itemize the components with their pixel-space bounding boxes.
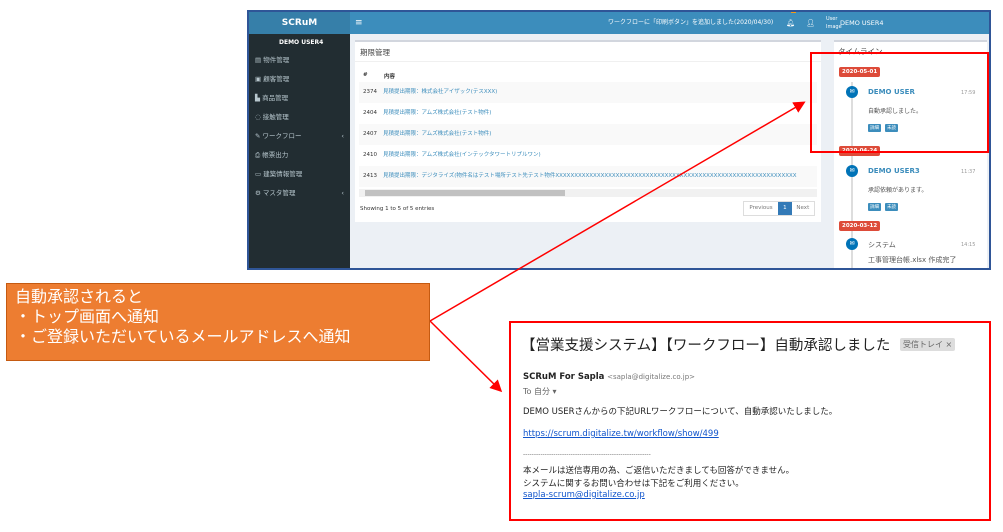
label-text: 受信トレイ: [903, 340, 943, 349]
arrow-to-timeline: [429, 101, 806, 322]
sender-name: SCRuM For Sapla: [523, 372, 605, 382]
note-line: ・トップ画面へ通知: [15, 307, 160, 326]
footer-line: 本メールは送信専用の為、ご返信いただきましても回答ができません。: [523, 466, 795, 476]
sender-line: SCRuM For Sapla <sapla@digitalize.co.jp>: [523, 372, 695, 382]
footer-line: システムに関するお問い合わせは下記をご利用ください。: [523, 479, 744, 489]
sender-email: <sapla@digitalize.co.jp>: [607, 373, 695, 381]
note-line: ・ご登録いただいているメールアドレスへ通知: [15, 327, 351, 346]
mail-subject: 【営業支援システム】【ワークフロー】自動承認しました: [521, 338, 891, 354]
recipient-dropdown[interactable]: To 自分 ▾: [523, 386, 557, 397]
note-line: 自動承認されると: [15, 287, 144, 306]
mail-body: DEMO USERさんからの下記URLワークフローについて、自動承認いたしました…: [523, 407, 838, 417]
arrow-to-mail: [429, 320, 503, 393]
caret-down-icon: ▾: [552, 387, 557, 396]
workflow-link[interactable]: https://scrum.digitalize.tw/workflow/sho…: [523, 429, 719, 439]
recipient: To 自分: [523, 387, 550, 396]
close-icon[interactable]: ×: [946, 340, 953, 349]
inbox-label[interactable]: 受信トレイ ×: [900, 338, 956, 351]
divider: ----------------------------------------…: [523, 451, 651, 458]
callout-note: 自動承認されると ・トップ画面へ通知 ・ご登録いただいているメールアドレスへ通知: [6, 283, 430, 361]
email-view: 【営業支援システム】【ワークフロー】自動承認しました 受信トレイ × SCRuM…: [509, 321, 991, 521]
contact-email-link[interactable]: sapla-scrum@digitalize.co.jp: [523, 490, 645, 500]
